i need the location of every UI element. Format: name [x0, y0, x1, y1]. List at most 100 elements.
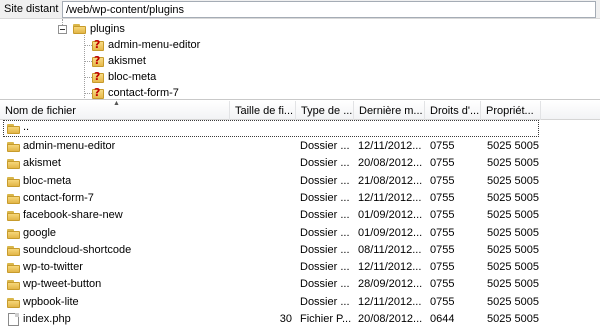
cell-name: bloc-meta	[23, 174, 72, 187]
list-item-parent-directory[interactable]: ..	[0, 120, 600, 137]
tree-item-admin-menu-editor[interactable]: ? admin-menu-editor	[92, 38, 312, 54]
cell-name: facebook-share-new	[23, 209, 123, 222]
folder-icon	[7, 279, 20, 291]
collapse-toggle-icon[interactable]	[58, 25, 67, 34]
remote-site-bar: Site distant :	[0, 0, 600, 19]
folder-icon	[7, 210, 20, 222]
tree-connector	[84, 45, 92, 46]
folder-icon	[73, 23, 86, 34]
column-header-permissions[interactable]: Droits d'...	[425, 101, 481, 120]
cell-type: Dossier ...	[300, 157, 350, 170]
file-list-header: Nom de fichier ▲ Taille de fi... Type de…	[0, 101, 600, 120]
remote-site-label: Site distant :	[4, 3, 65, 15]
remote-directory-tree: plugins ? admin-menu-editor ? akismet ? …	[0, 19, 600, 100]
cell-perms: 0755	[430, 278, 455, 291]
cell-perms: 0755	[430, 243, 455, 256]
table-row[interactable]: wp-to-twitter Dossier ... 12/11/2012... 075…	[0, 259, 600, 276]
cell-owner: 5025 5005	[487, 226, 539, 239]
cell-owner: 5025 5005	[487, 295, 539, 308]
cell-modified: 21/08/2012...	[358, 174, 423, 187]
cell-name: wp-tweet-button	[23, 278, 102, 291]
table-row[interactable]: index.php 30 Fichier P... 20/08/2012... 0644…	[0, 311, 600, 328]
cell-perms: 0755	[430, 191, 455, 204]
folder-icon	[7, 141, 20, 152]
cell-name: wpbook-lite	[23, 295, 79, 308]
column-header-type[interactable]: Type de ...	[296, 101, 354, 120]
cell-modified: 01/09/2012...	[358, 226, 423, 239]
cell-modified: 12/11/2012...	[358, 295, 422, 308]
cell-owner: 5025 5005	[487, 191, 539, 204]
column-header-owner[interactable]: Propriét...	[481, 101, 541, 120]
table-row[interactable]: bloc-meta Dossier ... 21/08/2012... 0755 502…	[0, 173, 600, 190]
unknown-folder-icon: ?	[92, 54, 104, 68]
cell-type: Dossier ...	[300, 243, 350, 256]
column-label: Droits d'...	[430, 105, 480, 117]
cell-name: soundcloud-shortcode	[23, 243, 132, 256]
tree-item-bloc-meta[interactable]: ? bloc-meta	[92, 70, 312, 86]
cell-perms: 0755	[430, 157, 455, 170]
parent-directory-label: ..	[23, 121, 30, 133]
cell-type: Dossier ...	[300, 209, 350, 222]
cell-name: wp-to-twitter	[23, 261, 83, 274]
column-label: Propriét...	[486, 105, 534, 117]
folder-icon	[7, 245, 20, 256]
tree-item-plugins[interactable]: plugins	[70, 22, 270, 38]
sort-ascending-icon: ▲	[113, 101, 120, 107]
tree-item-contact-form-7[interactable]: ? contact-form-7	[92, 86, 312, 99]
cell-type: Dossier ...	[300, 174, 350, 187]
cell-type: Dossier ...	[300, 278, 350, 291]
column-label: Type de ...	[301, 105, 353, 117]
cell-modified: 28/09/2012...	[358, 278, 423, 291]
tree-connector	[84, 93, 92, 94]
folder-icon	[7, 297, 20, 308]
unknown-folder-icon: ?	[92, 38, 104, 52]
table-row[interactable]: admin-menu-editor Dossier ... 12/11/2012..…	[0, 138, 600, 155]
cell-type: Dossier ...	[300, 140, 350, 152]
cell-owner: 5025 5005	[487, 140, 539, 152]
cell-perms: 0755	[430, 295, 455, 308]
table-row[interactable]: facebook-share-new Dossier ... 01/09/2012.…	[0, 207, 600, 224]
remote-path-input[interactable]	[62, 1, 596, 18]
cell-owner: 5025 5005	[487, 261, 539, 274]
cell-owner: 5025 5005	[487, 278, 539, 291]
cell-modified: 01/09/2012...	[358, 209, 423, 222]
cell-modified: 12/11/2012...	[358, 191, 422, 204]
column-header-modified[interactable]: Dernière m...	[354, 101, 425, 120]
table-row[interactable]: soundcloud-shortcode Dossier ... 08/11/201…	[0, 242, 600, 259]
cell-type: Dossier ...	[300, 191, 350, 204]
column-label: Nom de fichier	[5, 105, 76, 117]
cell-perms: 0755	[430, 140, 455, 152]
cell-modified: 12/11/2012...	[358, 140, 422, 152]
folder-icon	[7, 123, 20, 134]
cell-type: Fichier P...	[300, 313, 352, 325]
cell-modified: 20/08/2012...	[358, 313, 423, 325]
column-label: Taille de fi...	[235, 105, 294, 117]
cell-owner: 5025 5005	[487, 174, 539, 187]
cell-modified: 08/11/2012...	[358, 243, 422, 256]
cell-name: akismet	[23, 157, 61, 170]
tree-item-akismet[interactable]: ? akismet	[92, 54, 312, 70]
unknown-folder-icon: ?	[92, 86, 104, 99]
column-header-filename[interactable]: Nom de fichier ▲	[0, 101, 230, 120]
tree-connector	[84, 61, 92, 62]
table-row[interactable]: wp-tweet-button Dossier ... 28/09/2012... 0…	[0, 276, 600, 293]
table-row[interactable]: akismet Dossier ... 20/08/2012... 0755 5025 …	[0, 155, 600, 172]
table-row[interactable]: contact-form-7 Dossier ... 12/11/2012... 07…	[0, 190, 600, 207]
folder-icon	[7, 158, 20, 170]
cell-owner: 5025 5005	[487, 209, 539, 222]
cell-type: Dossier ...	[300, 261, 350, 274]
cell-modified: 12/11/2012...	[358, 261, 422, 274]
table-row[interactable]: google Dossier ... 01/09/2012... 0755 5025 5…	[0, 225, 600, 242]
unknown-folder-icon: ?	[92, 70, 104, 84]
cell-name: admin-menu-editor	[23, 140, 116, 152]
cell-name: contact-form-7	[23, 191, 94, 204]
column-header-size[interactable]: Taille de fi...	[230, 101, 296, 120]
column-label: Dernière m...	[359, 105, 423, 117]
file-icon	[8, 313, 19, 326]
cell-name: google	[23, 226, 57, 239]
folder-icon	[7, 176, 20, 187]
folder-icon	[7, 193, 20, 204]
table-row[interactable]: wpbook-lite Dossier ... 12/11/2012... 0755 5…	[0, 294, 600, 311]
cell-perms: 0755	[430, 261, 455, 274]
cell-name: index.php	[23, 313, 71, 325]
